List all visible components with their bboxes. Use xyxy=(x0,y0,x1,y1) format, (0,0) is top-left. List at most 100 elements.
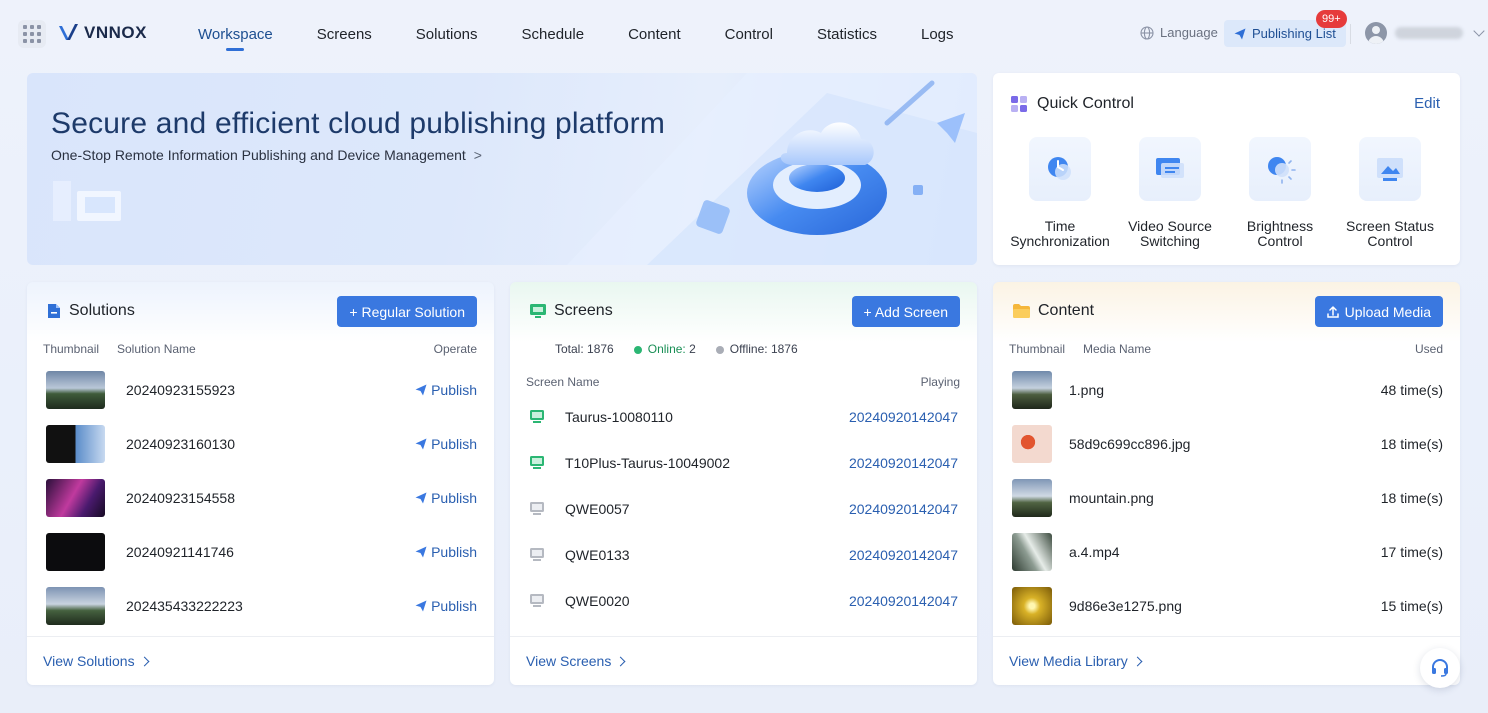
col-used: Used xyxy=(1414,342,1443,356)
publish-button[interactable]: Publish xyxy=(415,598,477,614)
media-name: 9d86e3e1275.png xyxy=(1069,598,1182,614)
screen-name: QWE0057 xyxy=(565,501,630,517)
view-solutions-link[interactable]: View Solutions xyxy=(27,636,494,685)
total-count: 1876 xyxy=(587,342,614,356)
paper-plane-icon xyxy=(1234,28,1246,39)
media-thumbnail xyxy=(1012,533,1052,571)
playing-solution-link[interactable]: 20240920142047 xyxy=(849,501,958,517)
paper-plane-icon xyxy=(415,492,427,504)
user-menu[interactable] xyxy=(1365,22,1485,44)
time-synchronization-button[interactable]: Time Synchronization xyxy=(1005,137,1115,249)
table-row[interactable]: QWE0133 20240920142047 xyxy=(510,532,977,578)
screen-offline-icon xyxy=(530,502,544,515)
online-count: 2 xyxy=(689,342,696,356)
solutions-title: Solutions xyxy=(69,302,135,319)
quick-control-card: Quick Control Edit Time Synchronization xyxy=(993,73,1460,265)
nav-workspace[interactable]: Workspace xyxy=(176,0,295,70)
chevron-down-icon xyxy=(1473,25,1485,37)
screen-online-icon xyxy=(530,410,544,423)
screen-name: Taurus-10080110 xyxy=(565,409,673,425)
screen-status-control-button[interactable]: Screen Status Control xyxy=(1335,137,1445,249)
col-media-name: Media Name xyxy=(1083,342,1152,356)
brand-logo[interactable]: VNNOX xyxy=(58,22,147,44)
upload-media-button[interactable]: Upload Media xyxy=(1314,296,1443,327)
publish-label: Publish xyxy=(431,598,477,614)
globe-icon xyxy=(1140,25,1154,40)
table-row[interactable]: 9d86e3e1275.png 15 time(s) xyxy=(993,579,1460,633)
publish-button[interactable]: Publish xyxy=(415,382,477,398)
hero-title: Secure and efficient cloud publishing pl… xyxy=(51,107,666,140)
table-row: 20240923154558 Publish xyxy=(27,471,494,525)
publishing-count-badge: 99+ xyxy=(1316,10,1347,28)
publish-button[interactable]: Publish xyxy=(415,544,477,560)
time-synchronization-label: Time Synchronization xyxy=(1010,218,1110,249)
table-row[interactable]: QWE0020 20240920142047 xyxy=(510,578,977,624)
content-card: Content Upload Media Thumbnail Media Nam… xyxy=(993,282,1460,685)
solution-thumbnail xyxy=(46,587,105,625)
username-blurred xyxy=(1395,27,1463,39)
language-switcher[interactable]: Language xyxy=(1140,25,1218,40)
table-row: 20240921141746 Publish xyxy=(27,525,494,579)
solution-thumbnail xyxy=(46,371,105,409)
customer-support-button[interactable] xyxy=(1420,648,1460,688)
table-row[interactable]: a.4.mp4 17 time(s) xyxy=(993,525,1460,579)
col-screen-name: Screen Name xyxy=(526,375,600,389)
media-used-count: 48 time(s) xyxy=(1380,382,1443,398)
vnnox-logo-icon xyxy=(59,24,78,40)
nav-screens[interactable]: Screens xyxy=(295,0,394,70)
quick-control-title: Quick Control xyxy=(1037,95,1134,112)
playing-solution-link[interactable]: 20240920142047 xyxy=(849,455,958,471)
solution-name: 20240921141746 xyxy=(126,544,234,560)
top-navigation-bar: VNNOX Workspace Screens Solutions Schedu… xyxy=(0,0,1488,70)
hero-illustration xyxy=(53,73,977,265)
col-playing: Playing xyxy=(920,375,960,389)
nav-logs[interactable]: Logs xyxy=(899,0,976,70)
video-source-switching-label: Video Source Switching xyxy=(1128,218,1212,249)
nav-statistics[interactable]: Statistics xyxy=(795,0,899,70)
publish-button[interactable]: Publish xyxy=(415,436,477,452)
video-source-switching-button[interactable]: Video Source Switching xyxy=(1115,137,1225,249)
screen-name: QWE0133 xyxy=(565,547,630,563)
playing-solution-link[interactable]: 20240920142047 xyxy=(849,409,958,425)
nav-solutions[interactable]: Solutions xyxy=(394,0,500,70)
table-row[interactable]: QWE0057 20240920142047 xyxy=(510,486,977,532)
table-row[interactable]: 58d9c699cc896.jpg 18 time(s) xyxy=(993,417,1460,471)
publish-button[interactable]: Publish xyxy=(415,490,477,506)
solutions-card: Solutions + Regular Solution Thumbnail S… xyxy=(27,282,494,685)
screen-status-control-label: Screen Status Control xyxy=(1346,218,1434,249)
brightness-control-button[interactable]: Brightness Control xyxy=(1225,137,1335,249)
solution-thumbnail xyxy=(46,425,105,463)
playing-solution-link[interactable]: 20240920142047 xyxy=(849,593,958,609)
playing-solution-link[interactable]: 20240920142047 xyxy=(849,547,958,563)
add-screen-button[interactable]: + Add Screen xyxy=(851,296,960,327)
col-solution-name: Solution Name xyxy=(117,342,196,356)
media-name: a.4.mp4 xyxy=(1069,544,1120,560)
table-row[interactable]: 1.png 48 time(s) xyxy=(993,363,1460,417)
paper-plane-icon xyxy=(415,438,427,450)
nav-schedule[interactable]: Schedule xyxy=(500,0,607,70)
regular-solution-button[interactable]: + Regular Solution xyxy=(337,296,477,327)
brightness-control-label: Brightness Control xyxy=(1246,218,1314,249)
screens-card: Screens + Add Screen Total: 1876 Online:… xyxy=(510,282,977,685)
view-screens-link[interactable]: View Screens xyxy=(510,636,977,685)
table-row[interactable]: Taurus-10080110 20240920142047 xyxy=(510,394,977,440)
online-label: Online: xyxy=(647,342,686,356)
nav-control[interactable]: Control xyxy=(703,0,795,70)
quick-control-edit-button[interactable]: Edit xyxy=(1414,95,1440,112)
paper-plane-icon xyxy=(415,384,427,396)
hero-subtitle: One-Stop Remote Information Publishing a… xyxy=(51,147,466,163)
screens-title: Screens xyxy=(554,302,613,319)
header-divider xyxy=(1350,24,1351,44)
paper-plane-icon xyxy=(415,600,427,612)
view-media-library-link[interactable]: View Media Library xyxy=(993,636,1460,685)
table-row[interactable]: T10Plus-Taurus-10049002 20240920142047 xyxy=(510,440,977,486)
view-solutions-label: View Solutions xyxy=(43,653,135,669)
chevron-right-icon: > xyxy=(473,147,482,163)
offline-count: 1876 xyxy=(770,342,798,356)
hero-subtitle-link[interactable]: One-Stop Remote Information Publishing a… xyxy=(51,147,482,163)
chevron-right-icon xyxy=(615,656,626,666)
apps-grid-icon[interactable] xyxy=(18,20,46,48)
nav-content[interactable]: Content xyxy=(606,0,703,70)
clock-sync-icon xyxy=(1048,157,1071,180)
table-row[interactable]: mountain.png 18 time(s) xyxy=(993,471,1460,525)
